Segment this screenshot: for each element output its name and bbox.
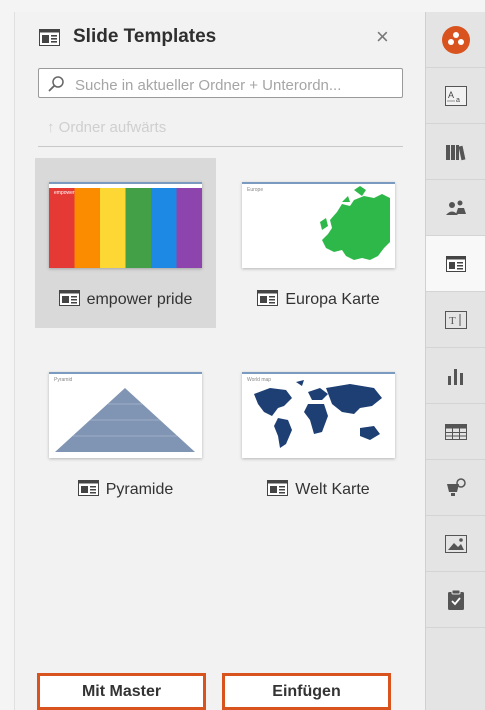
search-input[interactable] — [73, 73, 402, 97]
thumbnail-caption: World map — [247, 377, 272, 383]
folder-up-link[interactable]: ↑ Ordner aufwärts — [47, 119, 166, 136]
svg-text:T: T — [449, 315, 456, 327]
thumbnail-caption: Europe — [247, 187, 264, 193]
template-tile-europa-karte[interactable]: Europe Europa Karte — [228, 158, 409, 328]
einfuegen-button[interactable]: Einfügen — [222, 673, 391, 710]
slide-template-icon — [267, 480, 289, 496]
rail-item-picture[interactable] — [426, 516, 485, 572]
template-label: Pyramide — [35, 480, 216, 499]
ideas-icon — [446, 477, 466, 496]
slide-template-icon — [77, 480, 99, 496]
panel-header: Slide Templates × — [15, 12, 426, 62]
template-name: empower pride — [86, 291, 193, 308]
clipboard-icon — [447, 589, 464, 610]
template-label: Europa Karte — [228, 290, 409, 309]
template-label: Welt Karte — [228, 480, 409, 499]
search-box[interactable] — [38, 68, 403, 98]
template-tile-welt-karte[interactable]: World map Welt Karte — [228, 348, 409, 518]
rail-item-text-style[interactable]: A a — [426, 68, 485, 124]
textbox-icon: T — [444, 310, 467, 329]
rail-item-textbox[interactable]: T — [426, 292, 485, 348]
rail-item-ideas[interactable] — [426, 460, 485, 516]
rail-item-table[interactable] — [426, 404, 485, 460]
table-icon — [444, 423, 467, 440]
slide-template-icon — [58, 290, 80, 306]
rail-item-clipboard[interactable] — [426, 572, 485, 628]
template-thumbnail: Pyramid — [49, 372, 202, 458]
slide-template-icon — [39, 29, 60, 46]
close-icon[interactable]: × — [376, 26, 389, 48]
panel-title: Slide Templates — [73, 26, 217, 47]
pyramid-graphic — [49, 372, 202, 452]
svg-text:a: a — [456, 97, 460, 104]
svg-text:A: A — [448, 90, 454, 100]
rail-item-people[interactable] — [426, 180, 485, 236]
slide-template-icon — [445, 255, 466, 272]
template-tile-empower-pride[interactable]: empower empower pride — [35, 158, 216, 328]
world-map-graphic — [242, 372, 395, 448]
slide-template-icon — [257, 290, 279, 306]
text-style-icon: A a — [444, 85, 467, 106]
template-name: Welt Karte — [295, 481, 370, 498]
rail-item-slide-templates[interactable] — [426, 236, 485, 292]
tool-rail: A a T — [425, 12, 485, 710]
template-thumbnail: empower — [49, 182, 202, 268]
europe-map-graphic — [242, 182, 395, 260]
app-logo-icon — [441, 25, 470, 54]
template-tile-pyramide[interactable]: Pyramid Pyramide — [35, 348, 216, 518]
template-thumbnail: Europe — [242, 182, 395, 268]
people-icon — [445, 200, 466, 215]
template-name: Europa Karte — [285, 291, 380, 308]
divider — [38, 146, 403, 147]
rail-item-library[interactable] — [426, 124, 485, 180]
slide-templates-panel: Slide Templates × ↑ Ordner aufwärts empo… — [14, 12, 426, 710]
rail-item-app-logo[interactable] — [426, 12, 485, 68]
thumbnail-caption: Pyramid — [54, 377, 73, 383]
library-icon — [445, 144, 465, 160]
template-label: empower pride — [35, 290, 216, 309]
template-name: Pyramide — [105, 481, 174, 498]
search-icon — [48, 76, 64, 92]
mit-master-button[interactable]: Mit Master — [37, 673, 206, 710]
chart-icon — [447, 368, 463, 385]
thumbnail-caption: empower — [54, 190, 75, 196]
rail-item-chart[interactable] — [426, 348, 485, 404]
picture-icon — [444, 534, 467, 553]
template-thumbnail: World map — [242, 372, 395, 458]
